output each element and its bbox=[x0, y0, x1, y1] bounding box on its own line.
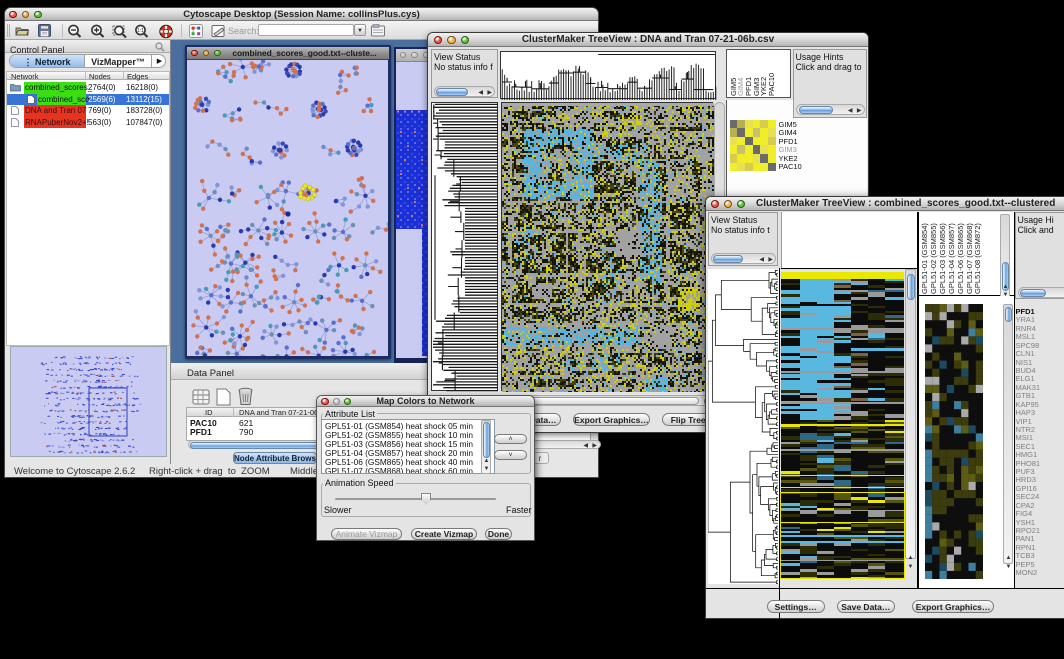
svg-text:1:1: 1:1 bbox=[137, 28, 144, 34]
